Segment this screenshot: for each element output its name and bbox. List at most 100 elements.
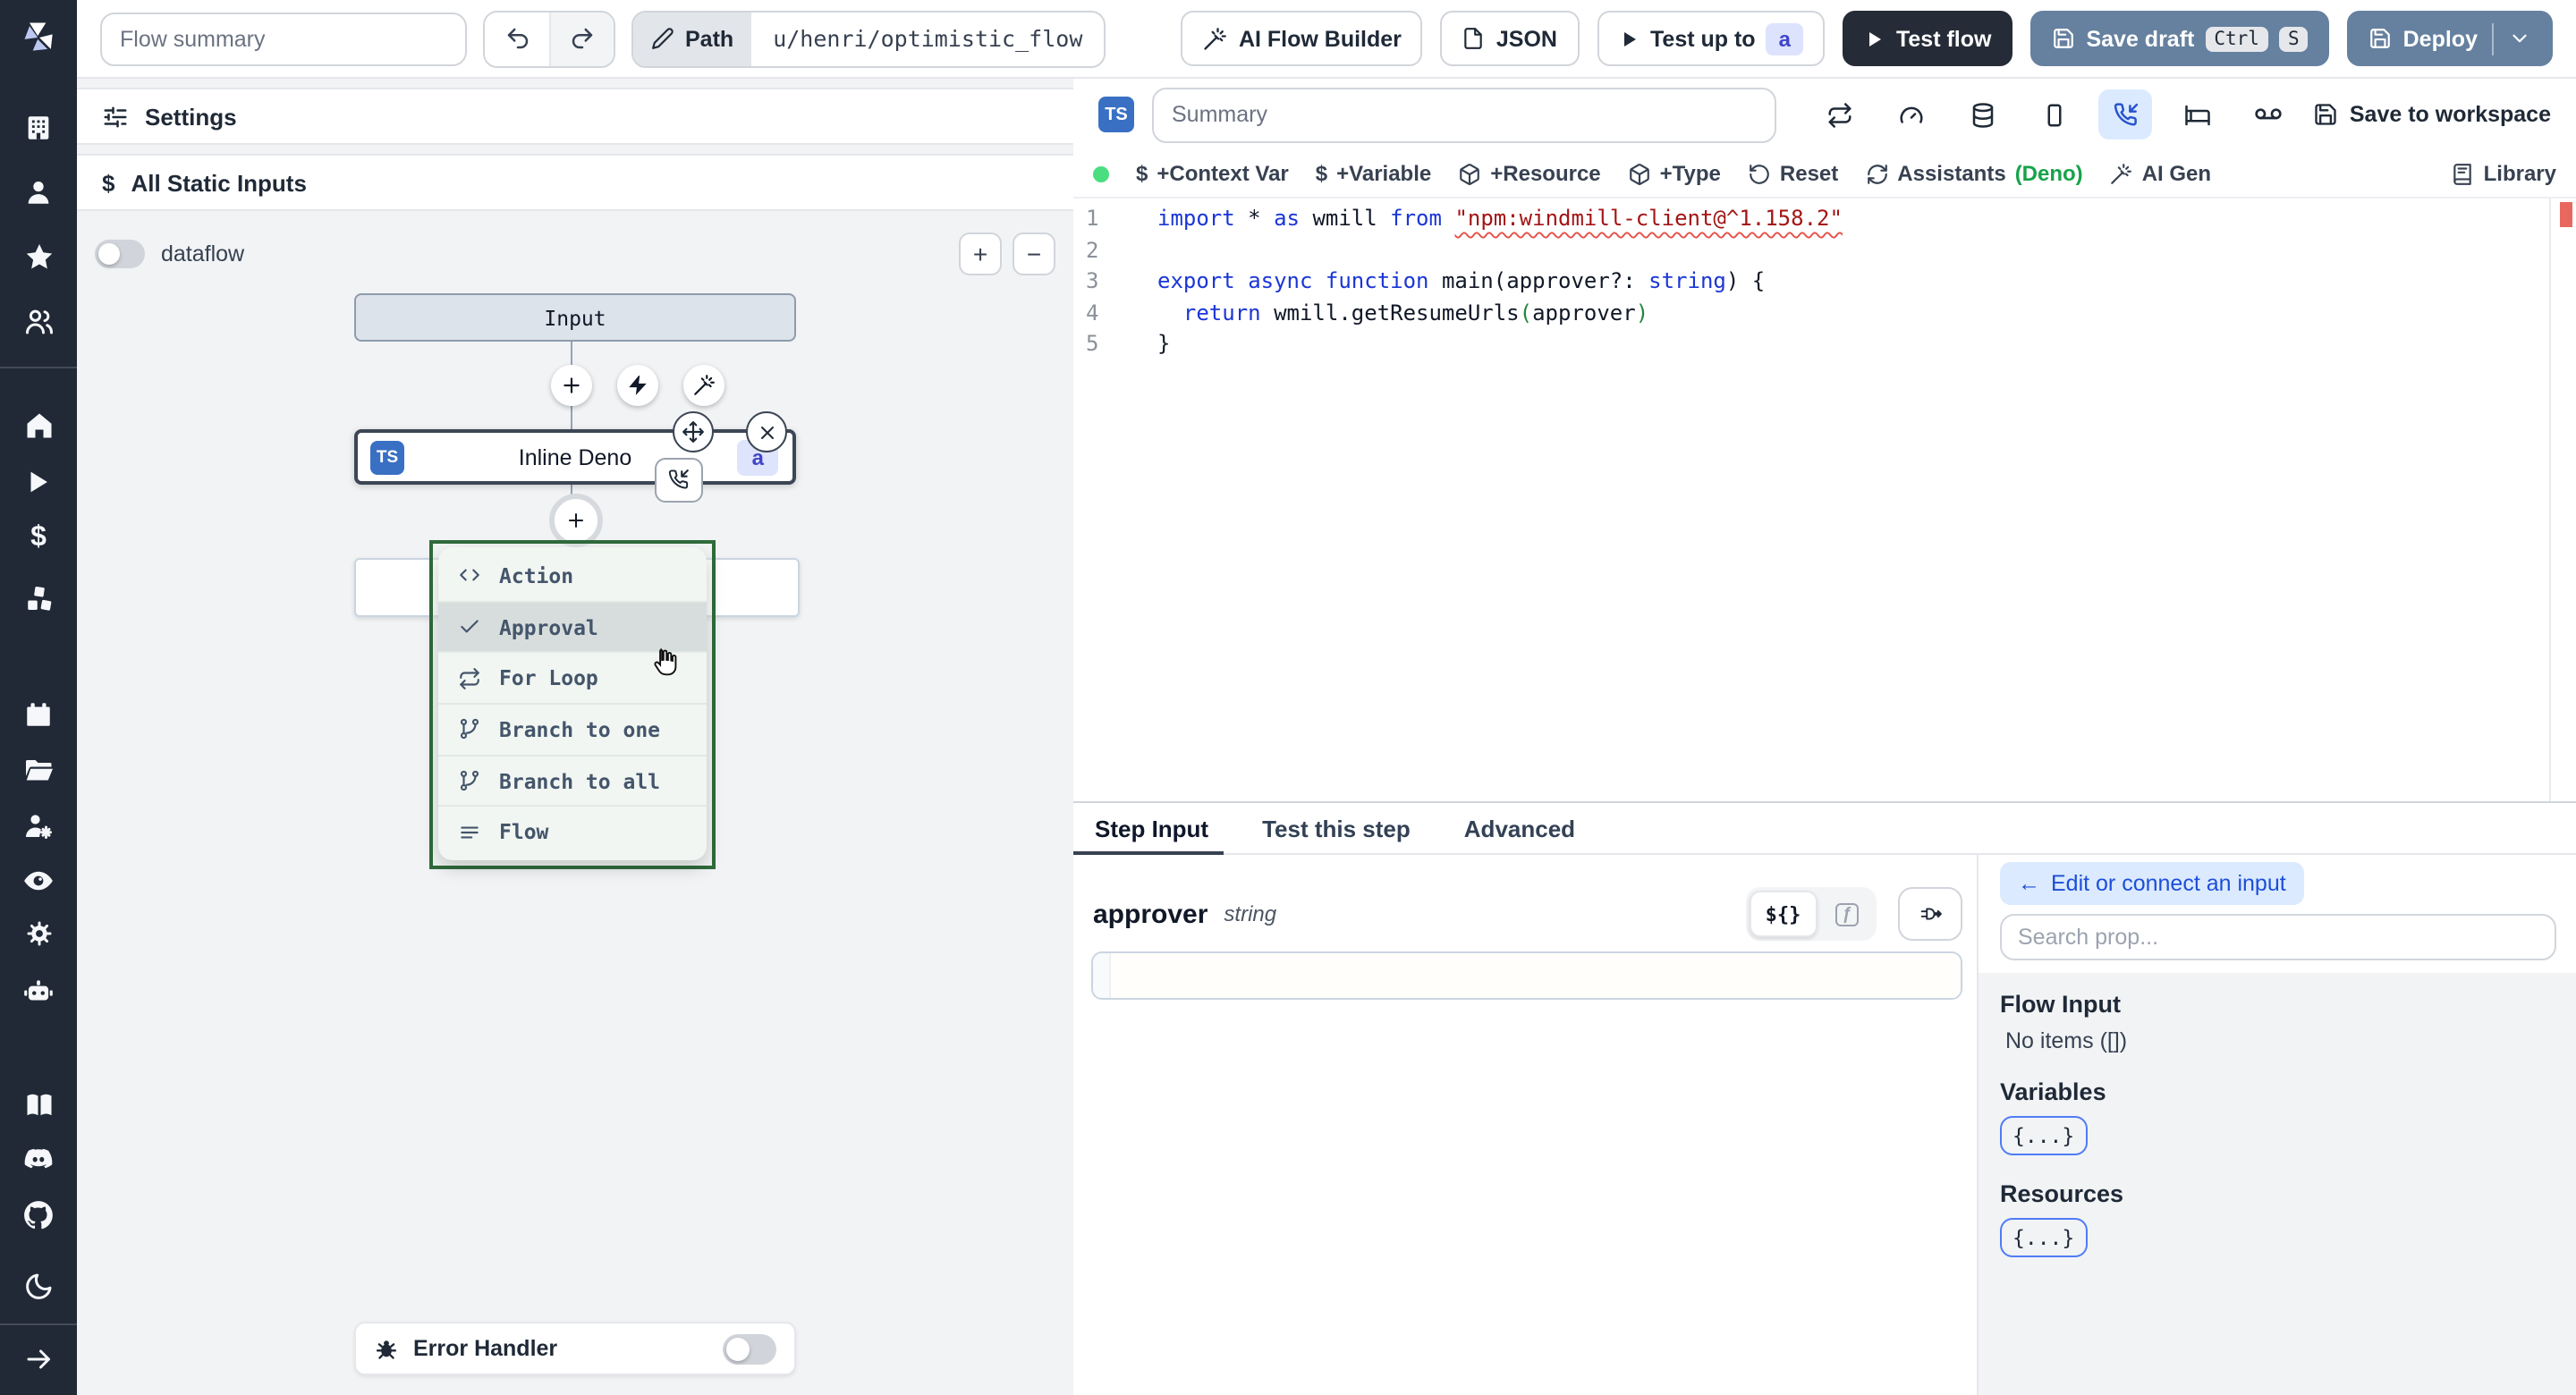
flow-input-node[interactable]: Input (354, 293, 796, 342)
trigger-zap-button[interactable] (617, 365, 658, 406)
file-json-icon (1462, 27, 1486, 50)
concurrency-gauge-icon[interactable] (1885, 89, 1938, 140)
moon-icon[interactable] (0, 1270, 77, 1302)
error-handler-toggle[interactable] (723, 1333, 776, 1364)
step-node-inline-deno[interactable]: TS Inline Deno a (354, 429, 796, 485)
redo-button[interactable] (549, 12, 614, 65)
delete-node-button[interactable] (746, 411, 787, 452)
code-editor[interactable]: 12345 import * as wmill from "npm:windmi… (1073, 199, 2576, 801)
user-cog-icon[interactable] (0, 810, 77, 842)
dollar-icon[interactable]: $ (0, 522, 77, 554)
menu-item-branch-to-one[interactable]: Branch to one (438, 705, 707, 757)
move-node-handle[interactable] (673, 411, 714, 452)
menu-item-for-loop[interactable]: For Loop (438, 654, 707, 706)
discord-icon[interactable] (0, 1143, 77, 1177)
arrow-left-icon: ← (2018, 871, 2040, 896)
pencil-icon (651, 27, 674, 50)
play-icon[interactable] (0, 467, 77, 497)
bot-icon[interactable] (0, 975, 77, 1009)
tab-step-input[interactable]: Step Input (1073, 803, 1223, 855)
users-icon[interactable] (0, 306, 77, 338)
tab-test-this-step[interactable]: Test this step (1258, 803, 1414, 853)
book-open-icon[interactable] (0, 1089, 77, 1121)
repeat-icon (458, 666, 483, 689)
zoom-out-button[interactable]: − (1013, 232, 1055, 275)
path-button[interactable]: Path (633, 12, 752, 65)
library-button[interactable]: Library (2452, 161, 2556, 186)
arrow-right-icon[interactable] (0, 1343, 77, 1375)
sleep-bed-icon[interactable] (2171, 89, 2224, 140)
summary-input[interactable] (1152, 87, 1777, 142)
wand-icon (1203, 26, 1228, 51)
menu-item-branch-to-all[interactable]: Branch to all (438, 756, 707, 807)
resources-expand-button[interactable]: {...} (2000, 1218, 2088, 1257)
ai-gen-button[interactable]: AI Gen (2110, 161, 2211, 186)
ai-flow-builder-button[interactable]: AI Flow Builder (1181, 11, 1423, 66)
folder-open-icon[interactable] (0, 755, 77, 787)
menu-item-action[interactable]: Action (438, 551, 707, 603)
play-icon (1618, 28, 1640, 49)
chevron-down-icon[interactable] (2508, 27, 2531, 50)
wand-icon (2110, 162, 2133, 185)
settings-gear-icon[interactable] (0, 917, 77, 950)
undo-button[interactable] (485, 12, 549, 65)
test-flow-button[interactable]: Test flow (1842, 11, 2013, 66)
reset-button[interactable]: Reset (1748, 161, 1838, 186)
field-value-input[interactable] (1091, 951, 1962, 1000)
cache-database-icon[interactable] (1956, 89, 2010, 140)
json-button[interactable]: JSON (1440, 11, 1579, 66)
menu-item-flow[interactable]: Flow (438, 807, 707, 857)
save-draft-button[interactable]: Save draft Ctrl S (2030, 11, 2330, 66)
dollar-icon: $ (102, 169, 115, 196)
dataflow-toggle[interactable] (95, 240, 145, 268)
insert-step-menu: Action Approval For Loop Branch to one B… (438, 547, 707, 860)
windmill-logo[interactable] (0, 18, 77, 57)
timeout-square-icon[interactable] (2028, 89, 2081, 140)
connect-input-button[interactable] (1898, 887, 1962, 941)
add-variable-button[interactable]: $ +Variable (1316, 161, 1431, 186)
flow-settings-row[interactable]: Settings (77, 88, 1073, 145)
button-divider (2492, 22, 2494, 55)
bug-icon (374, 1336, 399, 1361)
boxes-icon[interactable] (0, 583, 77, 615)
test-up-to-button[interactable]: Test up to a (1597, 11, 1825, 66)
prop-search-input[interactable] (2000, 914, 2556, 960)
star-icon[interactable] (0, 241, 77, 274)
flow-summary-input[interactable] (100, 12, 467, 65)
github-icon[interactable] (0, 1198, 77, 1232)
calendar-icon[interactable] (0, 699, 77, 730)
add-resource-button[interactable]: +Resource (1458, 161, 1601, 186)
voicemail-icon[interactable] (2242, 89, 2296, 140)
lsp-status-dot (1093, 165, 1109, 182)
suspend-approval-badge[interactable] (655, 458, 703, 503)
eye-icon[interactable] (0, 864, 77, 898)
building-icon[interactable] (0, 113, 77, 143)
step-input-section: approver string ${} ƒ (1073, 855, 1977, 1395)
error-handler-row[interactable]: Error Handler (354, 1322, 796, 1375)
home-icon[interactable] (0, 410, 77, 442)
add-type-button[interactable]: +Type (1628, 161, 1721, 186)
insert-step-button[interactable] (551, 365, 592, 406)
package-icon (1628, 162, 1651, 185)
tab-advanced[interactable]: Advanced (1461, 803, 1579, 853)
insert-step-below-button[interactable] (549, 494, 603, 547)
json-mode-button[interactable]: ${} (1749, 891, 1818, 937)
user-icon[interactable] (0, 177, 77, 207)
edit-or-connect-button[interactable]: ← Edit or connect an input (2000, 862, 2304, 905)
suspend-approval-icon[interactable] (2098, 89, 2153, 140)
add-context-var-button[interactable]: $ +Context Var (1136, 161, 1289, 186)
save-to-workspace-button[interactable]: Save to workspace (2314, 102, 2551, 127)
field-row: approver string ${} ƒ (1093, 887, 1962, 941)
deploy-button[interactable]: Deploy (2347, 11, 2553, 66)
zoom-in-button[interactable]: + (959, 232, 1002, 275)
assistants-button[interactable]: Assistants (Deno) (1865, 161, 2083, 186)
all-static-inputs-row[interactable]: $ All Static Inputs (77, 154, 1073, 211)
retries-icon[interactable] (1813, 89, 1867, 140)
error-marker (2560, 202, 2572, 227)
ai-wand-button[interactable] (683, 365, 724, 406)
menu-item-approval[interactable]: Approval (438, 602, 707, 654)
typescript-badge: TS (1098, 97, 1134, 132)
expr-mode-button[interactable]: ƒ (1820, 892, 1873, 935)
flow-input-empty: No items ([]) (2005, 1028, 2128, 1053)
variables-expand-button[interactable]: {...} (2000, 1116, 2088, 1155)
